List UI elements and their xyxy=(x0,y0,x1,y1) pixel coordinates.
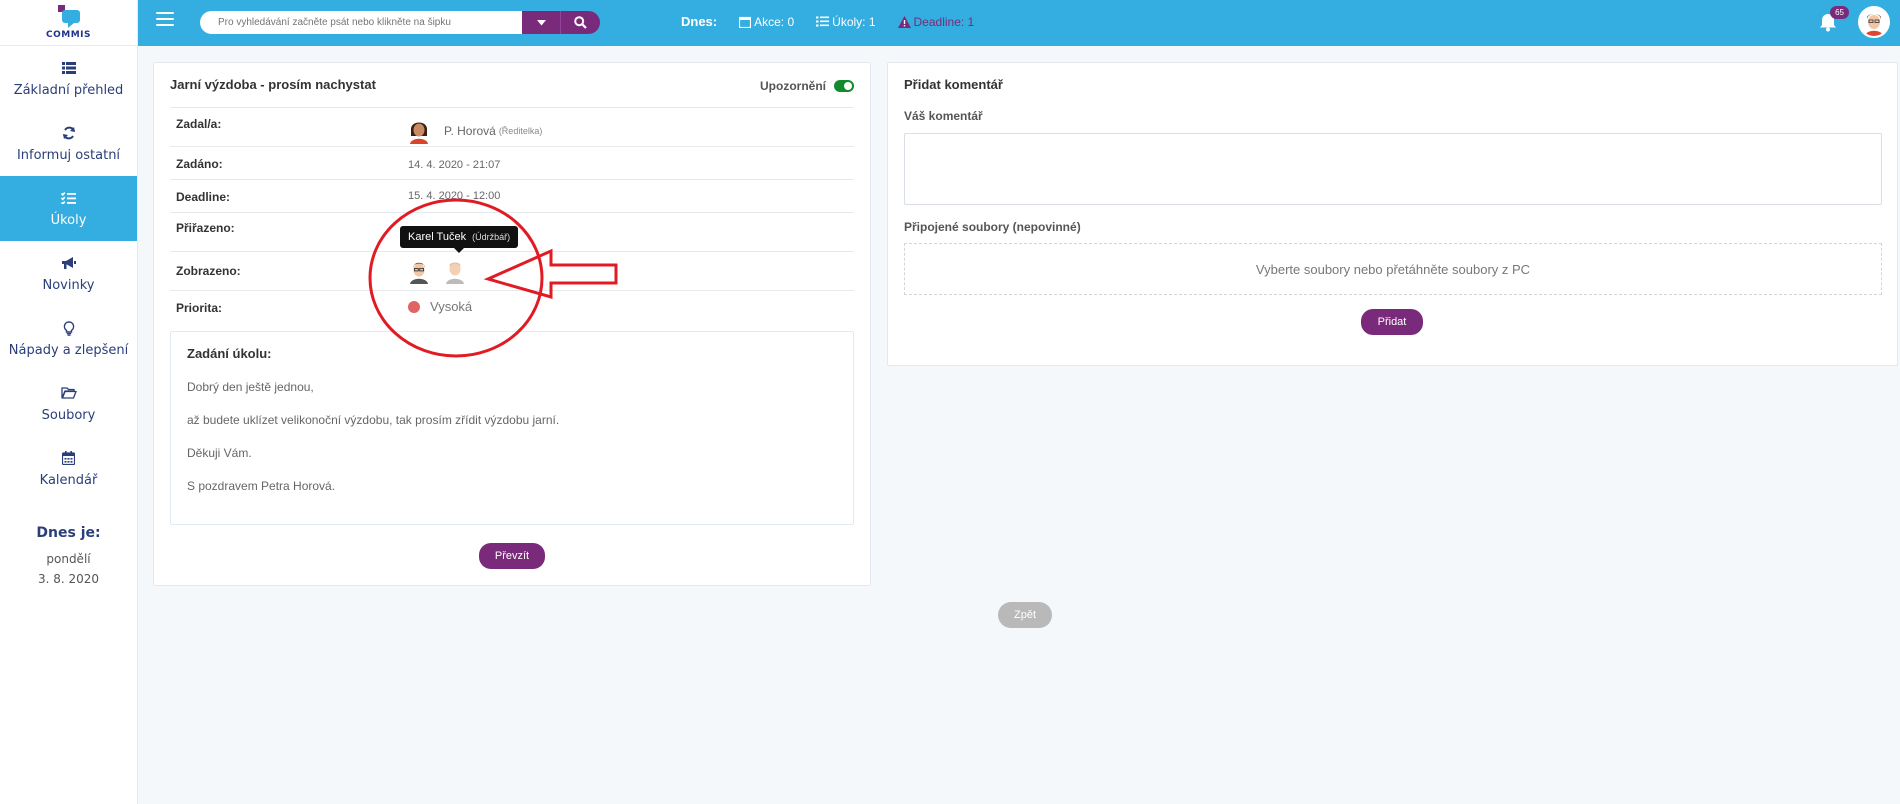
priority-text: Vysoká xyxy=(430,299,473,314)
today-date: 3. 8. 2020 xyxy=(37,572,100,586)
created-label: Zadáno: xyxy=(176,157,223,171)
warning-icon xyxy=(897,15,911,28)
sidebar-item-label: Úkoly xyxy=(50,213,87,228)
avatar-male-glasses-icon[interactable] xyxy=(408,258,430,284)
today-stats: Dnes: Akce: 0 Úkoly: 1 Deadline: 1 xyxy=(681,14,996,29)
sidebar-item-label: Informuj ostatní xyxy=(16,148,121,163)
comment-textarea[interactable] xyxy=(904,133,1882,205)
file-dropzone[interactable]: Vyberte soubory nebo přetáhněte soubory … xyxy=(904,243,1882,295)
today-day: pondělí xyxy=(46,552,91,566)
stat-tasks-text: Úkoly: 1 xyxy=(832,14,876,29)
today-box: Dnes je: pondělí 3. 8. 2020 xyxy=(0,525,137,589)
lightbulb-icon xyxy=(63,319,75,337)
stat-deadline[interactable]: Deadline: 1 xyxy=(897,14,975,29)
sidebar-item-label: Nápady a zlepšení xyxy=(8,343,129,358)
calendar-icon xyxy=(739,16,752,28)
row-created: Zadáno: 14. 4. 2020 - 21:07 xyxy=(170,146,854,179)
created-value: 14. 4. 2020 - 21:07 xyxy=(408,159,501,171)
avatar-female-icon xyxy=(410,122,428,144)
megaphone-icon xyxy=(61,254,77,272)
files-label: Připojené soubory (nepovinné) xyxy=(904,220,1081,234)
stat-deadline-text: Deadline: 1 xyxy=(913,14,975,29)
sidebar-item-news[interactable]: Novinky xyxy=(0,241,137,306)
sidebar: COMMIS Základní přehled Informuj ostatní… xyxy=(0,0,138,804)
stats-label: Dnes: xyxy=(681,14,718,29)
sidebar-item-calendar[interactable]: Kalendář xyxy=(0,436,137,501)
deadline-value: 15. 4. 2020 - 12:00 xyxy=(408,190,501,202)
assigned-by-label: Zadal/a: xyxy=(176,117,222,131)
task-info-table: Zadal/a: P. Horová (Ředitelka) Zadáno: 1… xyxy=(170,107,854,324)
comment-title: Přidat komentář xyxy=(904,77,1003,92)
calendar-icon xyxy=(62,449,75,467)
tasks-icon xyxy=(816,16,830,27)
sidebar-item-tasks[interactable]: Úkoly xyxy=(0,176,137,241)
description-line: až budete uklízet velikonoční výzdobu, t… xyxy=(187,413,560,427)
assigned-by-value: P. Horová (Ředitelka) xyxy=(408,118,542,144)
search-dropdown-button[interactable] xyxy=(522,11,560,34)
priority-label: Priorita: xyxy=(176,301,223,315)
stat-events-text: Akce: 0 xyxy=(754,14,795,29)
sidebar-item-label: Novinky xyxy=(42,278,95,293)
sidebar-item-inform[interactable]: Informuj ostatní xyxy=(0,111,137,176)
sidebar-item-overview[interactable]: Základní přehled xyxy=(0,46,137,111)
avatar-male-bald-icon[interactable] xyxy=(444,258,466,284)
task-title: Jarní výzdoba - prosím nachystat xyxy=(170,77,376,92)
seen-avatars xyxy=(408,258,480,284)
comment-label: Váš komentář xyxy=(904,109,983,123)
assigned-to-label: Přiřazeno: xyxy=(176,221,235,235)
list-icon xyxy=(61,59,76,77)
hamburger-menu-icon[interactable] xyxy=(156,12,174,28)
topbar: Dnes: Akce: 0 Úkoly: 1 Deadline: 1 65 xyxy=(138,0,1900,46)
caret-down-icon xyxy=(536,19,546,25)
seen-label: Zobrazeno: xyxy=(176,264,241,278)
sidebar-item-files[interactable]: Soubory xyxy=(0,371,137,436)
logo-text: COMMIS xyxy=(46,30,91,40)
sidebar-item-ideas[interactable]: Nápady a zlepšení xyxy=(0,306,137,371)
deadline-label: Deadline: xyxy=(176,190,231,204)
user-avatar[interactable] xyxy=(1858,6,1890,38)
priority-value: Vysoká xyxy=(408,299,472,314)
logo[interactable]: COMMIS xyxy=(0,0,137,46)
notification-count-badge: 65 xyxy=(1830,6,1849,19)
search-bar xyxy=(200,11,600,34)
assigned-by-role: (Ředitelka) xyxy=(498,126,543,136)
stat-tasks[interactable]: Úkoly: 1 xyxy=(816,14,876,29)
search-icon xyxy=(574,16,587,29)
row-priority: Priorita: Vysoká xyxy=(170,290,854,324)
notify-control: Upozornění xyxy=(760,79,854,93)
tooltip-name: Karel Tuček xyxy=(408,231,467,243)
sidebar-item-label: Kalendář xyxy=(39,473,98,488)
folder-icon xyxy=(60,384,77,402)
refresh-icon xyxy=(62,124,76,142)
notify-label: Upozornění xyxy=(760,79,826,93)
search-button[interactable] xyxy=(560,11,600,34)
sidebar-item-label: Základní přehled xyxy=(13,83,124,98)
avatar-icon xyxy=(1860,8,1888,36)
search-input[interactable] xyxy=(200,11,522,34)
description-line: Děkuji Vám. xyxy=(187,446,252,460)
add-comment-button[interactable]: Přidat xyxy=(1361,309,1423,335)
row-deadline: Deadline: 15. 4. 2020 - 12:00 xyxy=(170,179,854,212)
take-task-button[interactable]: Převzít xyxy=(479,543,545,569)
stat-events[interactable]: Akce: 0 xyxy=(739,15,794,29)
sidebar-item-label: Soubory xyxy=(41,408,96,423)
task-description: Zadání úkolu: Dobrý den ještě jednou, až… xyxy=(170,331,854,525)
description-title: Zadání úkolu: xyxy=(187,346,272,361)
task-detail-card: Jarní výzdoba - prosím nachystat Upozorn… xyxy=(153,62,871,586)
tooltip-role: (Údržbář) xyxy=(472,232,511,242)
today-title: Dnes je: xyxy=(36,525,101,541)
assigned-by-name[interactable]: P. Horová xyxy=(444,124,496,138)
notify-toggle[interactable] xyxy=(834,80,854,92)
description-line: Dobrý den ještě jednou, xyxy=(187,380,314,394)
back-button[interactable]: Zpět xyxy=(998,602,1052,628)
row-assigned-by: Zadal/a: P. Horová (Ředitelka) xyxy=(170,107,854,146)
tasks-icon xyxy=(61,189,76,207)
user-tooltip: Karel Tuček (Údržbář) xyxy=(400,226,519,253)
comment-card: Přidat komentář Váš komentář Připojené s… xyxy=(887,62,1898,366)
priority-dot xyxy=(408,300,420,313)
description-line: S pozdravem Petra Horová. xyxy=(187,479,336,493)
row-seen: Zobrazeno: xyxy=(170,251,854,290)
logo-icon xyxy=(57,5,80,28)
